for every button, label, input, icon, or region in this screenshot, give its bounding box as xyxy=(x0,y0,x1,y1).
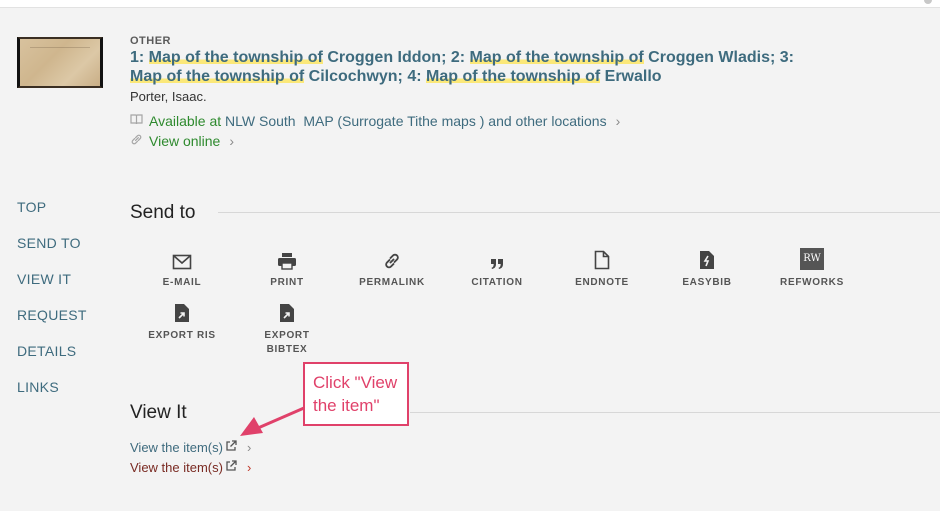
citation-action[interactable]: CITATION xyxy=(447,248,547,290)
print-action[interactable]: PRINT xyxy=(237,248,337,290)
view-item-label: View the item(s) xyxy=(130,460,223,475)
endnote-label: ENDNOTE xyxy=(575,277,629,288)
sidenav-item-links[interactable]: LINKS xyxy=(17,378,87,414)
export-bibtex-label: EXPORT BIBTEX xyxy=(264,330,310,355)
easybib-icon xyxy=(700,251,714,269)
view-it-heading: View It xyxy=(130,402,187,423)
document-icon xyxy=(594,250,610,270)
permalink-action[interactable]: PERMALINK xyxy=(342,248,442,290)
link-icon xyxy=(385,253,399,269)
availability-status: Available at xyxy=(149,113,222,129)
view-item-link[interactable]: View the item(s) › xyxy=(130,440,251,455)
record-type: OTHER xyxy=(130,35,171,47)
printer-icon xyxy=(278,253,296,270)
view-it-divider xyxy=(410,412,940,413)
citation-label: CITATION xyxy=(471,277,523,288)
sidenav-item-request[interactable]: REQUEST xyxy=(17,306,87,342)
email-action[interactable]: E-MAIL xyxy=(132,248,232,290)
external-link-icon xyxy=(225,440,237,455)
title-highlight: Map of the township of xyxy=(148,49,323,66)
title-highlight: Map of the township of xyxy=(130,68,305,85)
permalink-label: PERMALINK xyxy=(359,277,425,288)
instruction-callout: Click "View the item" xyxy=(303,362,409,426)
title-highlight: Map of the township of xyxy=(426,68,601,85)
print-label: PRINT xyxy=(270,277,304,288)
availability-line[interactable]: Available at NLW South MAP (Surrogate Ti… xyxy=(130,113,830,129)
callout-arrow xyxy=(240,406,305,436)
refworks-label: REFWORKS xyxy=(780,277,844,288)
send-to-heading: Send to xyxy=(130,202,196,223)
record-details: OTHER 1: Map of the township of Croggen … xyxy=(130,35,830,149)
chevron-right-icon: › xyxy=(229,133,235,149)
book-icon xyxy=(130,114,144,128)
title-text: Croggen Iddon; 2: xyxy=(322,49,470,66)
refworks-icon: RW xyxy=(800,248,824,270)
export-bibtex-action[interactable]: EXPORT BIBTEX xyxy=(237,301,337,357)
sidenav-item-top[interactable]: TOP xyxy=(17,198,87,234)
mail-icon xyxy=(172,254,192,270)
email-label: E-MAIL xyxy=(162,277,202,288)
quote-icon xyxy=(491,259,503,269)
link-icon xyxy=(130,133,144,149)
easybib-action[interactable]: EASYBIB xyxy=(657,248,757,290)
external-link-icon xyxy=(225,460,237,475)
chevron-right-icon: › xyxy=(246,440,252,455)
view-item-label: View the item(s) xyxy=(130,440,223,455)
easybib-label: EASYBIB xyxy=(682,277,732,288)
endnote-action[interactable]: ENDNOTE xyxy=(552,248,652,290)
chevron-right-icon: › xyxy=(246,460,252,475)
sidenav-item-view-it[interactable]: VIEW IT xyxy=(17,270,87,306)
export-file-icon xyxy=(280,304,294,322)
export-ris-label: EXPORT RIS xyxy=(148,330,216,341)
view-item-link-secondary[interactable]: View the item(s) › xyxy=(130,460,251,475)
chevron-right-icon: › xyxy=(615,113,621,129)
export-ris-action[interactable]: EXPORT RIS xyxy=(132,301,232,343)
sidenav-item-details[interactable]: DETAILS xyxy=(17,342,87,378)
title-text: Croggen Wladis; 3: xyxy=(643,49,794,66)
send-to-divider xyxy=(218,212,940,213)
refworks-action[interactable]: RW REFWORKS xyxy=(762,248,862,290)
title-text: 1: xyxy=(130,49,149,66)
view-online-link[interactable]: View online › xyxy=(130,133,830,149)
availability-location[interactable]: NLW South MAP (Surrogate Tithe maps ) an… xyxy=(221,113,607,129)
title-text: Erwallo xyxy=(600,68,662,85)
record-thumbnail[interactable] xyxy=(17,37,103,88)
sidenav-item-send-to[interactable]: SEND TO xyxy=(17,234,87,270)
side-navigation: TOP SEND TO VIEW IT REQUEST DETAILS LINK… xyxy=(17,198,87,414)
view-online-label: View online xyxy=(149,133,221,149)
record-title[interactable]: 1: Map of the township of Croggen Iddon;… xyxy=(130,48,830,86)
title-text: Cilcochwyn; 4: xyxy=(304,68,426,85)
title-highlight: Map of the township of xyxy=(469,49,644,66)
record-author: Porter, Isaac. xyxy=(130,89,207,104)
scroll-indicator xyxy=(924,0,932,4)
browser-top-strip xyxy=(0,0,940,8)
export-file-icon xyxy=(175,304,189,322)
